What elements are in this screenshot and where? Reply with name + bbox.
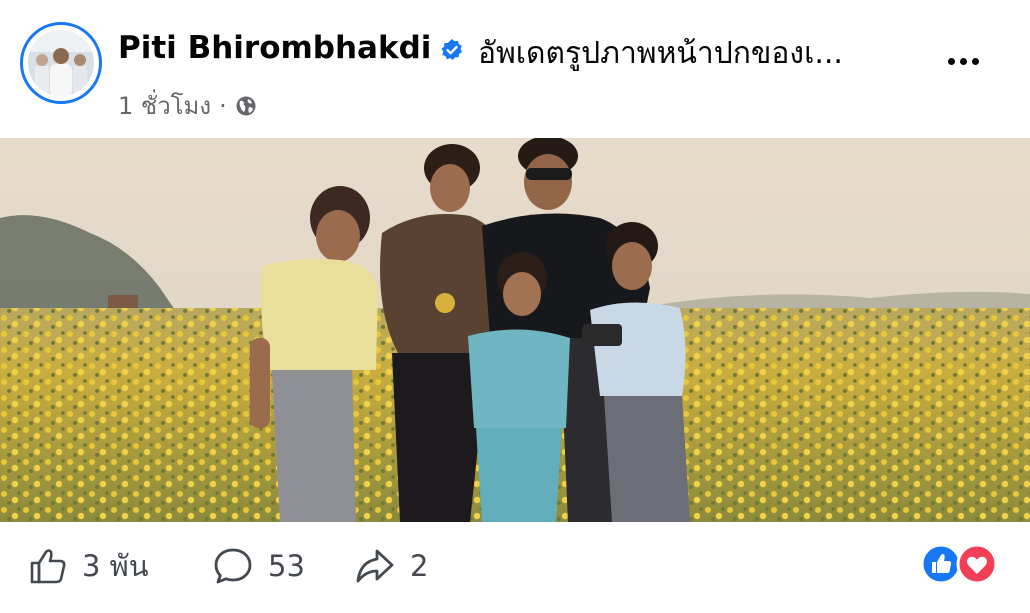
meta-separator: · bbox=[219, 91, 227, 120]
like-count: 3 พัน bbox=[82, 549, 149, 583]
thumbs-up-icon bbox=[30, 549, 66, 584]
cover-photo[interactable] bbox=[0, 138, 1030, 522]
comment-bubble-icon bbox=[214, 548, 252, 584]
facebook-post: Piti Bhirombhakdi อัพเดตรูปภาพหน้าปกของเ… bbox=[0, 0, 1030, 613]
share-count: 2 bbox=[410, 549, 429, 583]
comment-button[interactable]: 53 bbox=[212, 542, 305, 590]
share-button[interactable]: 2 bbox=[354, 542, 428, 590]
verified-badge-icon bbox=[441, 39, 462, 60]
comment-count: 53 bbox=[268, 549, 305, 583]
globe-icon[interactable] bbox=[235, 95, 257, 117]
dot-icon bbox=[960, 58, 967, 65]
more-options-button[interactable] bbox=[940, 36, 988, 76]
like-button[interactable]: 3 พัน bbox=[28, 542, 149, 590]
post-meta: 1 ชั่วโมง · bbox=[118, 86, 257, 125]
post-header: Piti Bhirombhakdi อัพเดตรูปภาพหน้าปกของเ… bbox=[0, 0, 1030, 138]
share-arrow-icon bbox=[356, 549, 394, 583]
family-photo-image bbox=[0, 138, 1030, 522]
love-reaction-icon bbox=[956, 543, 998, 585]
post-time[interactable]: 1 ชั่วโมง bbox=[118, 86, 211, 125]
dot-icon bbox=[948, 58, 955, 65]
post-actions-bar: 3 พัน 53 2 bbox=[0, 522, 1030, 613]
avatar-image bbox=[28, 30, 94, 96]
dot-icon bbox=[972, 58, 979, 65]
reaction-summary[interactable] bbox=[920, 542, 1000, 586]
like-reaction-icon bbox=[920, 543, 962, 585]
avatar[interactable] bbox=[20, 22, 102, 104]
author-name[interactable]: Piti Bhirombhakdi bbox=[118, 30, 431, 66]
post-status-text: อัพเดตรูปภาพหน้าปกของเ... bbox=[478, 36, 843, 71]
